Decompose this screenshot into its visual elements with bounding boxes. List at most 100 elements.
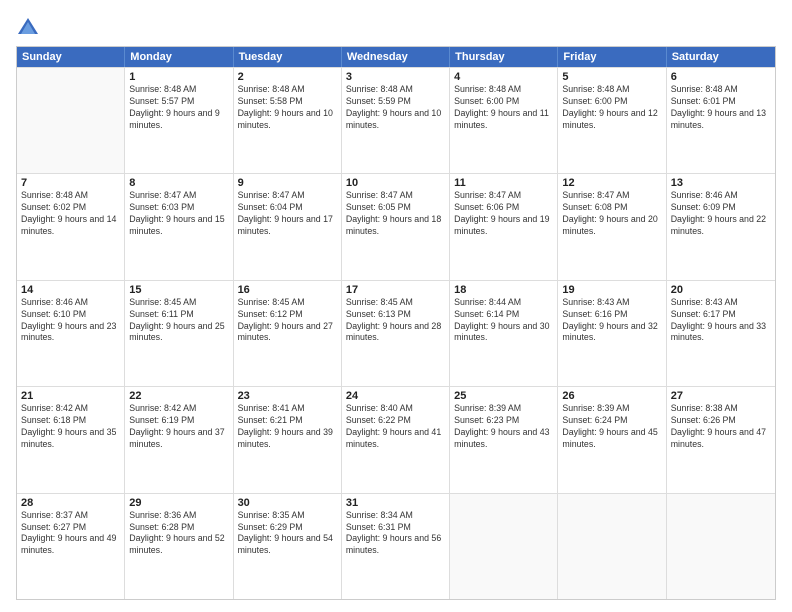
- cal-cell-2-5: 19Sunrise: 8:43 AMSunset: 6:16 PMDayligh…: [558, 281, 666, 386]
- sunset-line: Sunset: 6:29 PM: [238, 522, 337, 534]
- day-number: 5: [562, 71, 661, 83]
- calendar: SundayMondayTuesdayWednesdayThursdayFrid…: [16, 46, 776, 600]
- cal-cell-3-2: 23Sunrise: 8:41 AMSunset: 6:21 PMDayligh…: [234, 387, 342, 492]
- cal-cell-2-1: 15Sunrise: 8:45 AMSunset: 6:11 PMDayligh…: [125, 281, 233, 386]
- day-number: 19: [562, 284, 661, 296]
- daylight-line: Daylight: 9 hours and 12 minutes.: [562, 108, 661, 132]
- sunrise-line: Sunrise: 8:47 AM: [238, 190, 337, 202]
- sunrise-line: Sunrise: 8:48 AM: [454, 84, 553, 96]
- sunset-line: Sunset: 6:01 PM: [671, 96, 771, 108]
- calendar-row-2: 14Sunrise: 8:46 AMSunset: 6:10 PMDayligh…: [17, 280, 775, 386]
- sunset-line: Sunset: 6:12 PM: [238, 309, 337, 321]
- daylight-line: Daylight: 9 hours and 28 minutes.: [346, 321, 445, 345]
- daylight-line: Daylight: 9 hours and 15 minutes.: [129, 214, 228, 238]
- cal-cell-1-0: 7Sunrise: 8:48 AMSunset: 6:02 PMDaylight…: [17, 174, 125, 279]
- sunrise-line: Sunrise: 8:46 AM: [671, 190, 771, 202]
- day-number: 4: [454, 71, 553, 83]
- day-number: 22: [129, 390, 228, 402]
- day-number: 25: [454, 390, 553, 402]
- cal-cell-3-5: 26Sunrise: 8:39 AMSunset: 6:24 PMDayligh…: [558, 387, 666, 492]
- day-number: 28: [21, 497, 120, 509]
- sunset-line: Sunset: 6:09 PM: [671, 202, 771, 214]
- sunrise-line: Sunrise: 8:40 AM: [346, 403, 445, 415]
- sunrise-line: Sunrise: 8:47 AM: [454, 190, 553, 202]
- sunset-line: Sunset: 6:21 PM: [238, 415, 337, 427]
- page: SundayMondayTuesdayWednesdayThursdayFrid…: [0, 0, 792, 612]
- day-number: 3: [346, 71, 445, 83]
- cal-cell-1-1: 8Sunrise: 8:47 AMSunset: 6:03 PMDaylight…: [125, 174, 233, 279]
- cal-cell-4-0: 28Sunrise: 8:37 AMSunset: 6:27 PMDayligh…: [17, 494, 125, 599]
- daylight-line: Daylight: 9 hours and 54 minutes.: [238, 533, 337, 557]
- day-number: 20: [671, 284, 771, 296]
- daylight-line: Daylight: 9 hours and 37 minutes.: [129, 427, 228, 451]
- cal-cell-3-0: 21Sunrise: 8:42 AMSunset: 6:18 PMDayligh…: [17, 387, 125, 492]
- header-day-thursday: Thursday: [450, 47, 558, 67]
- daylight-line: Daylight: 9 hours and 18 minutes.: [346, 214, 445, 238]
- daylight-line: Daylight: 9 hours and 10 minutes.: [238, 108, 337, 132]
- daylight-line: Daylight: 9 hours and 17 minutes.: [238, 214, 337, 238]
- sunrise-line: Sunrise: 8:39 AM: [562, 403, 661, 415]
- cal-cell-0-1: 1Sunrise: 8:48 AMSunset: 5:57 PMDaylight…: [125, 68, 233, 173]
- daylight-line: Daylight: 9 hours and 20 minutes.: [562, 214, 661, 238]
- cal-cell-0-5: 5Sunrise: 8:48 AMSunset: 6:00 PMDaylight…: [558, 68, 666, 173]
- sunset-line: Sunset: 6:00 PM: [562, 96, 661, 108]
- daylight-line: Daylight: 9 hours and 14 minutes.: [21, 214, 120, 238]
- cal-cell-4-6: [667, 494, 775, 599]
- sunrise-line: Sunrise: 8:34 AM: [346, 510, 445, 522]
- sunset-line: Sunset: 6:22 PM: [346, 415, 445, 427]
- sunset-line: Sunset: 5:58 PM: [238, 96, 337, 108]
- cal-cell-3-6: 27Sunrise: 8:38 AMSunset: 6:26 PMDayligh…: [667, 387, 775, 492]
- daylight-line: Daylight: 9 hours and 39 minutes.: [238, 427, 337, 451]
- cal-cell-0-4: 4Sunrise: 8:48 AMSunset: 6:00 PMDaylight…: [450, 68, 558, 173]
- calendar-row-1: 7Sunrise: 8:48 AMSunset: 6:02 PMDaylight…: [17, 173, 775, 279]
- header-day-tuesday: Tuesday: [234, 47, 342, 67]
- sunrise-line: Sunrise: 8:43 AM: [562, 297, 661, 309]
- sunset-line: Sunset: 6:28 PM: [129, 522, 228, 534]
- day-number: 27: [671, 390, 771, 402]
- calendar-row-3: 21Sunrise: 8:42 AMSunset: 6:18 PMDayligh…: [17, 386, 775, 492]
- day-number: 2: [238, 71, 337, 83]
- cal-cell-4-4: [450, 494, 558, 599]
- sunrise-line: Sunrise: 8:42 AM: [129, 403, 228, 415]
- daylight-line: Daylight: 9 hours and 19 minutes.: [454, 214, 553, 238]
- sunset-line: Sunset: 6:11 PM: [129, 309, 228, 321]
- daylight-line: Daylight: 9 hours and 27 minutes.: [238, 321, 337, 345]
- cal-cell-1-3: 10Sunrise: 8:47 AMSunset: 6:05 PMDayligh…: [342, 174, 450, 279]
- sunrise-line: Sunrise: 8:48 AM: [129, 84, 228, 96]
- logo-icon: [16, 16, 40, 40]
- cal-cell-0-0: [17, 68, 125, 173]
- sunrise-line: Sunrise: 8:48 AM: [671, 84, 771, 96]
- daylight-line: Daylight: 9 hours and 30 minutes.: [454, 321, 553, 345]
- daylight-line: Daylight: 9 hours and 25 minutes.: [129, 321, 228, 345]
- header-day-wednesday: Wednesday: [342, 47, 450, 67]
- cal-cell-3-1: 22Sunrise: 8:42 AMSunset: 6:19 PMDayligh…: [125, 387, 233, 492]
- cal-cell-0-3: 3Sunrise: 8:48 AMSunset: 5:59 PMDaylight…: [342, 68, 450, 173]
- sunrise-line: Sunrise: 8:48 AM: [21, 190, 120, 202]
- sunrise-line: Sunrise: 8:36 AM: [129, 510, 228, 522]
- daylight-line: Daylight: 9 hours and 13 minutes.: [671, 108, 771, 132]
- sunset-line: Sunset: 6:04 PM: [238, 202, 337, 214]
- sunrise-line: Sunrise: 8:45 AM: [238, 297, 337, 309]
- sunrise-line: Sunrise: 8:45 AM: [346, 297, 445, 309]
- sunset-line: Sunset: 6:24 PM: [562, 415, 661, 427]
- calendar-row-0: 1Sunrise: 8:48 AMSunset: 5:57 PMDaylight…: [17, 67, 775, 173]
- day-number: 17: [346, 284, 445, 296]
- header: [16, 12, 776, 40]
- sunrise-line: Sunrise: 8:48 AM: [238, 84, 337, 96]
- sunset-line: Sunset: 6:27 PM: [21, 522, 120, 534]
- day-number: 15: [129, 284, 228, 296]
- sunrise-line: Sunrise: 8:44 AM: [454, 297, 553, 309]
- sunset-line: Sunset: 5:59 PM: [346, 96, 445, 108]
- sunset-line: Sunset: 6:02 PM: [21, 202, 120, 214]
- sunset-line: Sunset: 6:10 PM: [21, 309, 120, 321]
- cal-cell-0-6: 6Sunrise: 8:48 AMSunset: 6:01 PMDaylight…: [667, 68, 775, 173]
- cal-cell-4-2: 30Sunrise: 8:35 AMSunset: 6:29 PMDayligh…: [234, 494, 342, 599]
- day-number: 31: [346, 497, 445, 509]
- calendar-body: 1Sunrise: 8:48 AMSunset: 5:57 PMDaylight…: [17, 67, 775, 599]
- day-number: 9: [238, 177, 337, 189]
- cal-cell-3-3: 24Sunrise: 8:40 AMSunset: 6:22 PMDayligh…: [342, 387, 450, 492]
- header-day-saturday: Saturday: [667, 47, 775, 67]
- header-day-friday: Friday: [558, 47, 666, 67]
- sunrise-line: Sunrise: 8:39 AM: [454, 403, 553, 415]
- daylight-line: Daylight: 9 hours and 56 minutes.: [346, 533, 445, 557]
